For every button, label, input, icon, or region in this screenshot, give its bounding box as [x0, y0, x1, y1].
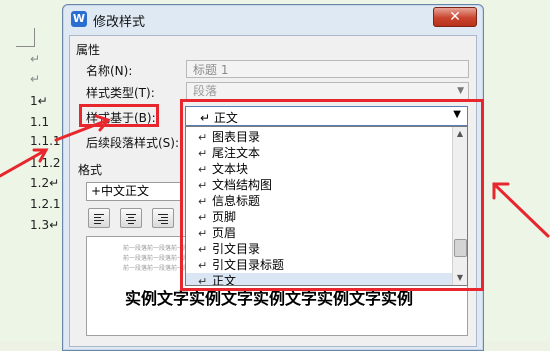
left-arrow-lower-icon — [0, 148, 48, 178]
right-arrow-icon — [492, 182, 550, 238]
annotation-arrows — [0, 114, 550, 238]
